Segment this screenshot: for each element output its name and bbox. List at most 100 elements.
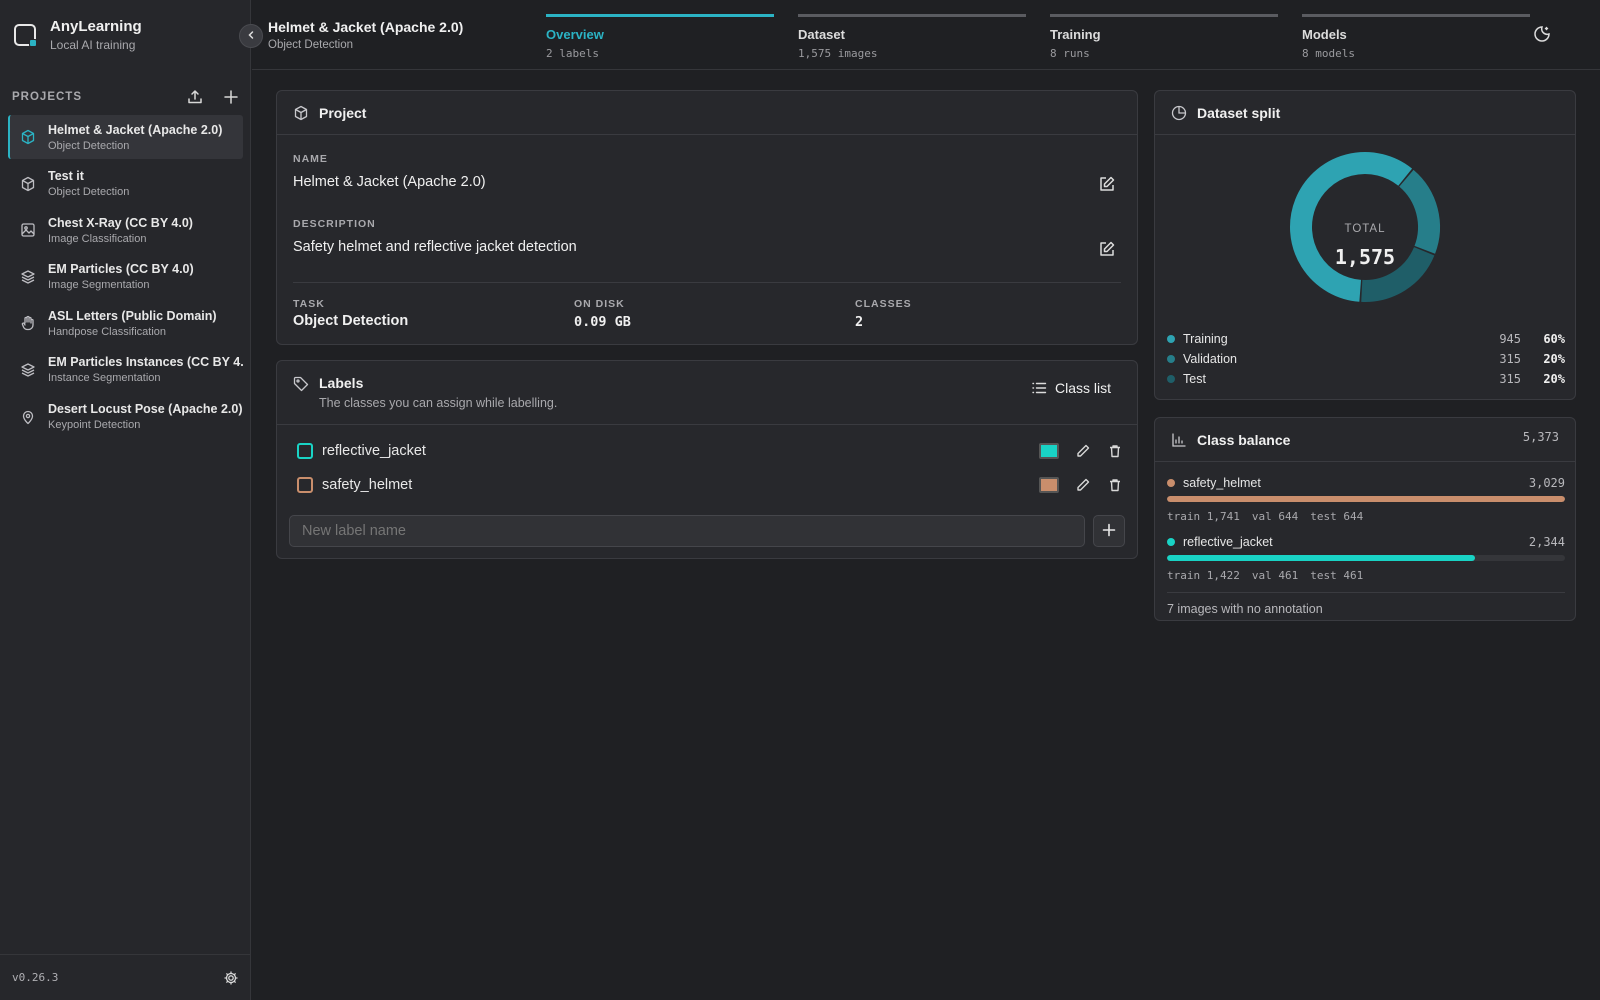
page-subtitle: Object Detection (268, 39, 354, 51)
collapse-sidebar-button[interactable] (239, 24, 263, 48)
list-icon (1031, 380, 1047, 396)
label-color-swatch[interactable] (1039, 477, 1059, 493)
project-type: Instance Segmentation (48, 372, 161, 385)
pencil-icon[interactable] (1075, 477, 1091, 493)
class-balance-header: Class balance 5,373 (1155, 418, 1575, 462)
tab-label: Training (1050, 27, 1101, 42)
task-label: TASK (293, 298, 325, 310)
tab-sub: 1,575 images (798, 47, 878, 60)
project-type: Object Detection (48, 186, 130, 199)
split-legend: Training 945 60% Validation 315 20% Test… (1167, 329, 1565, 389)
theme-toggle-icon[interactable] (1532, 24, 1552, 44)
labels-card-subtitle: The classes you can assign while labelli… (319, 396, 558, 410)
dataset-split-card: Dataset split TOTAL 1,575 Training 945 6… (1154, 90, 1576, 400)
brand[interactable]: AnyLearning Local AI training (14, 18, 142, 52)
task-field: TASK Object Detection (293, 298, 408, 329)
tab-sub: 2 labels (546, 47, 599, 60)
dataset-split-header: Dataset split (1155, 91, 1575, 135)
trash-icon[interactable] (1107, 477, 1123, 493)
legend-pct: 60% (1543, 332, 1565, 346)
tab-training[interactable]: Training 8 runs (1050, 14, 1278, 60)
plus-icon (1102, 523, 1116, 540)
label-name: safety_helmet (322, 477, 413, 493)
tab-label: Overview (546, 27, 604, 42)
class-list-button[interactable]: Class list (1031, 380, 1111, 396)
legend-count: 945 (1499, 332, 1521, 346)
name-value: Helmet & Jacket (Apache 2.0) (293, 174, 486, 190)
tab-models[interactable]: Models 8 models (1302, 14, 1530, 60)
classes-value: 2 (855, 314, 864, 330)
cube-icon (20, 176, 36, 192)
project-name: Desert Locust Pose (Apache 2.0) (48, 402, 243, 417)
add-project-icon[interactable] (222, 88, 240, 106)
donut-slice-validation (1398, 169, 1440, 254)
edit-description-icon[interactable] (1098, 240, 1116, 258)
balance-bar-track (1167, 555, 1565, 561)
pencil-icon[interactable] (1075, 443, 1091, 459)
labels-card-title: Labels (319, 375, 364, 391)
class-balance-total: 5,373 (1522, 429, 1559, 444)
tab-sub: 8 models (1302, 47, 1355, 60)
balance-val: val 644 (1251, 510, 1299, 523)
name-label: NAME (293, 153, 328, 165)
top-bar: Helmet & Jacket (Apache 2.0) Object Dete… (252, 0, 1600, 70)
project-item[interactable]: EM Particles (CC BY 4.0) Image Segmentati… (8, 255, 243, 299)
split-legend-row: Test 315 20% (1167, 369, 1565, 389)
app-logo-icon (14, 24, 37, 47)
tab-overview[interactable]: Overview 2 labels (546, 14, 774, 60)
project-item[interactable]: Desert Locust Pose (Apache 2.0) Keypoint … (8, 395, 243, 439)
project-name: Helmet & Jacket (Apache 2.0) (48, 122, 223, 137)
balance-item: reflective_jacket 2,344 train 1,422 val 4… (1167, 533, 1565, 582)
project-name: Test it (48, 169, 84, 184)
balance-bar-fill (1167, 496, 1565, 502)
label-color-swatch[interactable] (1039, 443, 1059, 459)
project-name: EM Particles Instances (CC BY 4.0) (48, 355, 243, 370)
project-item[interactable]: EM Particles Instances (CC BY 4.0) Instan… (8, 348, 243, 392)
balance-dot (1167, 479, 1175, 487)
label-checkbox[interactable] (297, 477, 313, 493)
gear-icon[interactable] (223, 970, 239, 986)
upload-icon[interactable] (186, 88, 204, 106)
balance-train: train 1,741 (1167, 510, 1240, 523)
class-balance-card: Class balance 5,373 safety_helmet 3,029 … (1154, 417, 1576, 621)
balance-test: test 644 (1310, 510, 1364, 523)
balance-test: test 461 (1310, 569, 1364, 582)
project-item[interactable]: Chest X-Ray (CC BY 4.0) Image Classificat… (8, 208, 243, 252)
project-type: Handpose Classification (48, 325, 167, 338)
app-name: AnyLearning (50, 18, 142, 35)
legend-name: Validation (1183, 352, 1237, 366)
edit-name-icon[interactable] (1098, 175, 1116, 193)
projects-header: PROJECTS (12, 88, 240, 106)
project-list: Helmet & Jacket (Apache 2.0) Object Detec… (8, 115, 243, 441)
balance-item: safety_helmet 3,029 train 1,741 val 644 te… (1167, 474, 1565, 523)
project-item[interactable]: Test it Object Detection (8, 162, 243, 206)
legend-name: Training (1183, 332, 1228, 346)
legend-dot (1167, 375, 1175, 383)
no-annotation-note: 7 images with no annotation (1167, 592, 1565, 616)
tab-sub: 8 runs (1050, 47, 1090, 60)
labels-card: Labels The classes you can assign while … (276, 360, 1138, 559)
bar-chart-icon (1171, 432, 1187, 448)
balance-split: train 1,741 val 644 test 644 (1167, 510, 1565, 523)
balance-count: 3,029 (1528, 476, 1565, 490)
class-balance-list: safety_helmet 3,029 train 1,741 val 644 te… (1167, 474, 1565, 616)
legend-count: 315 (1499, 352, 1521, 366)
project-name: Chest X-Ray (CC BY 4.0) (48, 215, 193, 230)
project-item[interactable]: Helmet & Jacket (Apache 2.0) Object Detec… (8, 115, 243, 159)
description-value: Safety helmet and reflective jacket dete… (293, 239, 577, 255)
project-item[interactable]: ASL Letters (Public Domain) Handpose Clas… (8, 301, 243, 345)
disk-field: ON DISK 0.09 GB (574, 298, 631, 330)
label-checkbox[interactable] (297, 443, 313, 459)
tab-dataset[interactable]: Dataset 1,575 images (798, 14, 1026, 60)
class-balance-title: Class balance (1197, 431, 1291, 448)
labels-card-header: Labels The classes you can assign while … (277, 361, 1137, 425)
new-label-input[interactable] (289, 515, 1085, 547)
name-field: NAME Helmet & Jacket (Apache 2.0) (293, 153, 486, 190)
legend-dot (1167, 355, 1175, 363)
trash-icon[interactable] (1107, 443, 1123, 459)
label-row[interactable]: reflective_jacket (297, 439, 1123, 463)
label-row[interactable]: safety_helmet (297, 473, 1123, 497)
chevron-left-icon (246, 29, 256, 43)
classes-field: CLASSES 2 (855, 298, 912, 330)
add-label-button[interactable] (1093, 515, 1125, 547)
